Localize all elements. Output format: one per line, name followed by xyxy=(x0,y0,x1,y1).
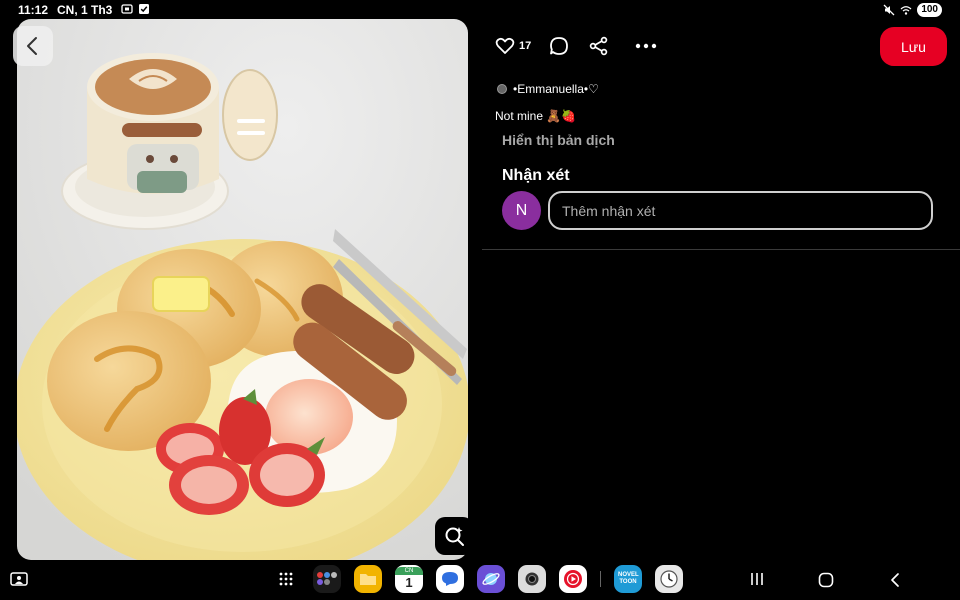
status-date: CN, 1 Th3 xyxy=(57,3,113,17)
chevron-left-icon xyxy=(27,37,37,55)
status-bar: 11:12 CN, 1 Th3 100 xyxy=(0,0,960,20)
play-glyph xyxy=(564,570,582,588)
clock-icon[interactable] xyxy=(655,565,683,593)
like-count: 17 xyxy=(519,40,532,52)
like-button[interactable]: 17 xyxy=(495,36,531,56)
screen-mode-button[interactable] xyxy=(10,572,28,593)
tray-divider xyxy=(600,571,601,587)
more-icon xyxy=(636,43,657,49)
comment-input[interactable] xyxy=(548,191,933,230)
visual-search-button[interactable] xyxy=(435,517,473,555)
navigation-bar: CN 1 NOVEL TOON xyxy=(0,560,960,600)
app-tray: CN 1 NOVEL TOON xyxy=(272,565,683,593)
calendar-day-label: CN xyxy=(395,567,423,575)
calendar-icon[interactable]: CN 1 xyxy=(395,565,423,593)
comment-button[interactable] xyxy=(549,36,569,56)
pin-actions: 17 xyxy=(495,36,657,56)
internet-icon[interactable] xyxy=(477,565,505,593)
home-button[interactable] xyxy=(818,572,834,593)
multi-app-icon[interactable] xyxy=(313,565,341,593)
back-icon xyxy=(891,573,899,587)
check-icon xyxy=(139,4,149,14)
messages-icon[interactable] xyxy=(436,565,464,593)
save-button[interactable]: Lưu xyxy=(880,27,947,66)
system-back-button[interactable] xyxy=(889,572,901,593)
status-icons-left xyxy=(121,3,150,15)
more-options-button[interactable] xyxy=(635,36,657,56)
pin-author[interactable]: •Emmanuella•♡ xyxy=(497,82,599,96)
noveltoon-label: NOVEL TOON xyxy=(618,572,639,585)
pin-description: Not mine 🧸🍓 xyxy=(495,109,577,123)
visual-search-icon xyxy=(445,527,464,546)
author-avatar xyxy=(497,84,507,94)
mute-icon xyxy=(883,4,895,16)
home-icon xyxy=(818,572,834,588)
chat-bubble-glyph xyxy=(442,572,458,586)
clock-face-glyph xyxy=(660,570,678,588)
comment-icon xyxy=(550,37,569,55)
breakfast-photo xyxy=(17,19,468,560)
pin-image[interactable] xyxy=(17,19,468,560)
recent-apps-icon xyxy=(751,573,763,585)
calendar-day: 1 xyxy=(405,575,413,590)
planet-glyph xyxy=(482,573,500,585)
show-translation-link[interactable]: Hiển thị bản dịch xyxy=(502,132,615,148)
wifi-icon xyxy=(900,6,912,15)
screen-mode-icon xyxy=(10,572,28,586)
battery-icon: 100 xyxy=(917,3,942,17)
recent-apps-button[interactable] xyxy=(750,572,764,591)
screenshot-icon xyxy=(121,4,133,14)
avatar-initial: N xyxy=(515,201,528,219)
apps-grid-icon[interactable] xyxy=(272,565,300,593)
folder-glyph xyxy=(360,574,376,585)
share-button[interactable] xyxy=(589,36,609,56)
noveltoon-icon[interactable]: NOVEL TOON xyxy=(614,565,642,593)
status-right: 100 xyxy=(883,3,942,17)
youtube-music-icon[interactable] xyxy=(559,565,587,593)
comments-heading: Nhận xét xyxy=(502,167,570,184)
share-icon xyxy=(589,36,608,56)
camera-icon[interactable] xyxy=(518,565,546,593)
multi-app-glyph xyxy=(317,572,337,585)
lens-glyph xyxy=(525,572,539,586)
my-files-icon[interactable] xyxy=(354,565,382,593)
battery-level: 100 xyxy=(921,4,938,15)
status-time: 11:12 xyxy=(18,3,49,17)
grid-glyph xyxy=(279,572,293,586)
back-button[interactable] xyxy=(13,26,53,66)
avatar[interactable]: N xyxy=(502,191,541,230)
divider xyxy=(482,249,960,250)
heart-icon xyxy=(495,37,515,54)
author-name: •Emmanuella•♡ xyxy=(513,82,599,96)
